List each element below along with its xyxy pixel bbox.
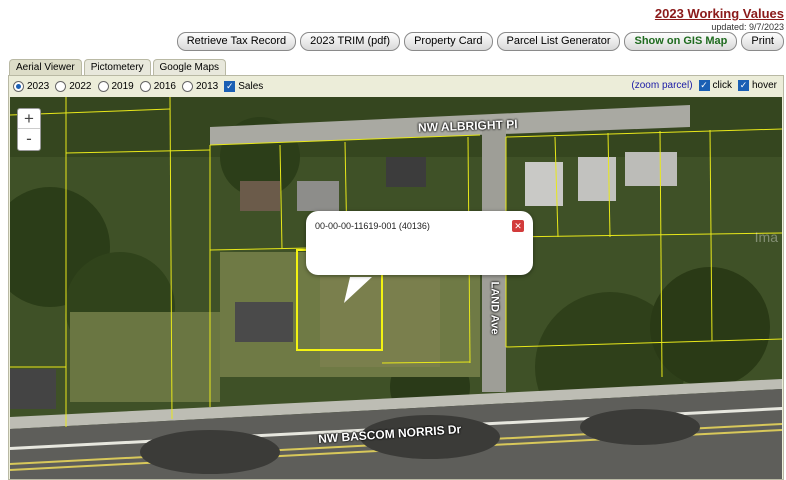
year-label: 2016 [153,81,176,92]
zoom-out-button[interactable]: - [18,129,40,149]
radio-selected-icon[interactable] [13,81,24,92]
checkbox-checked-icon[interactable]: ✓ [224,81,236,92]
year-label: 2023 [27,81,50,92]
sales-checkbox[interactable]: ✓ Sales [224,81,263,92]
radio-icon[interactable] [97,81,109,92]
radio-icon[interactable] [55,81,67,92]
trim-pdf-button[interactable]: 2023 TRIM (pdf) [300,32,401,51]
working-values-link[interactable]: 2023 Working Values [655,6,784,21]
retrieve-tax-record-button[interactable]: Retrieve Tax Record [176,32,297,51]
parcel-list-generator-button[interactable]: Parcel List Generator [496,32,621,51]
parcel-popup: 00-00-00-11619-001 (40136) ✕ [306,211,533,275]
hover-checkbox[interactable]: ✓ [737,80,749,91]
show-on-gis-map-button[interactable]: Show on GIS Map [624,32,738,51]
year-label: 2019 [111,81,134,92]
sales-label: Sales [238,81,264,92]
year-label: 2013 [196,81,219,92]
zoom-parcel-link[interactable]: (zoom parcel) [631,80,692,91]
year-label: 2022 [69,81,92,92]
click-label: click [712,80,732,91]
year-radio-2013[interactable]: 2013 [182,81,218,92]
year-radio-2019[interactable]: 2019 [97,81,134,92]
tab-pictometery[interactable]: Pictometery [83,59,151,76]
property-card-button[interactable]: Property Card [404,32,493,51]
radio-icon[interactable] [182,81,193,92]
hover-label: hover [751,80,777,91]
radio-icon[interactable] [139,81,151,92]
zoom-control: + - [17,108,41,151]
toolbar: Retrieve Tax Record 2023 TRIM (pdf) Prop… [176,32,784,51]
click-checkbox[interactable]: ✓ [698,80,710,91]
road-label-land-ave: LAND Ave [488,281,501,335]
tab-google-maps[interactable]: Google Maps [152,59,227,76]
updated-date: updated: 9/7/2023 [711,22,784,32]
parcel-id-text: 00-00-00-11619-001 (40136) [315,221,430,231]
aerial-map[interactable]: NW ALBRIGHT Pl NW BASCOM NORRIS Dr LAND … [10,97,782,479]
year-radio-2023[interactable]: 2023 [13,81,49,92]
year-radio-2022[interactable]: 2022 [55,81,92,92]
close-icon[interactable]: ✕ [512,220,524,232]
year-radio-2016[interactable]: 2016 [139,81,176,92]
map-options: (zoom parcel) ✓ click ✓ hover [631,80,777,91]
aerial-viewer-panel: 2023 2022 2019 2016 2013 ✓ Sales (zoom p… [8,75,784,480]
aerial-imagery [10,97,782,479]
imagery-watermark: Ima [754,229,778,245]
zoom-in-button[interactable]: + [18,109,40,129]
print-button[interactable]: Print [741,32,784,51]
